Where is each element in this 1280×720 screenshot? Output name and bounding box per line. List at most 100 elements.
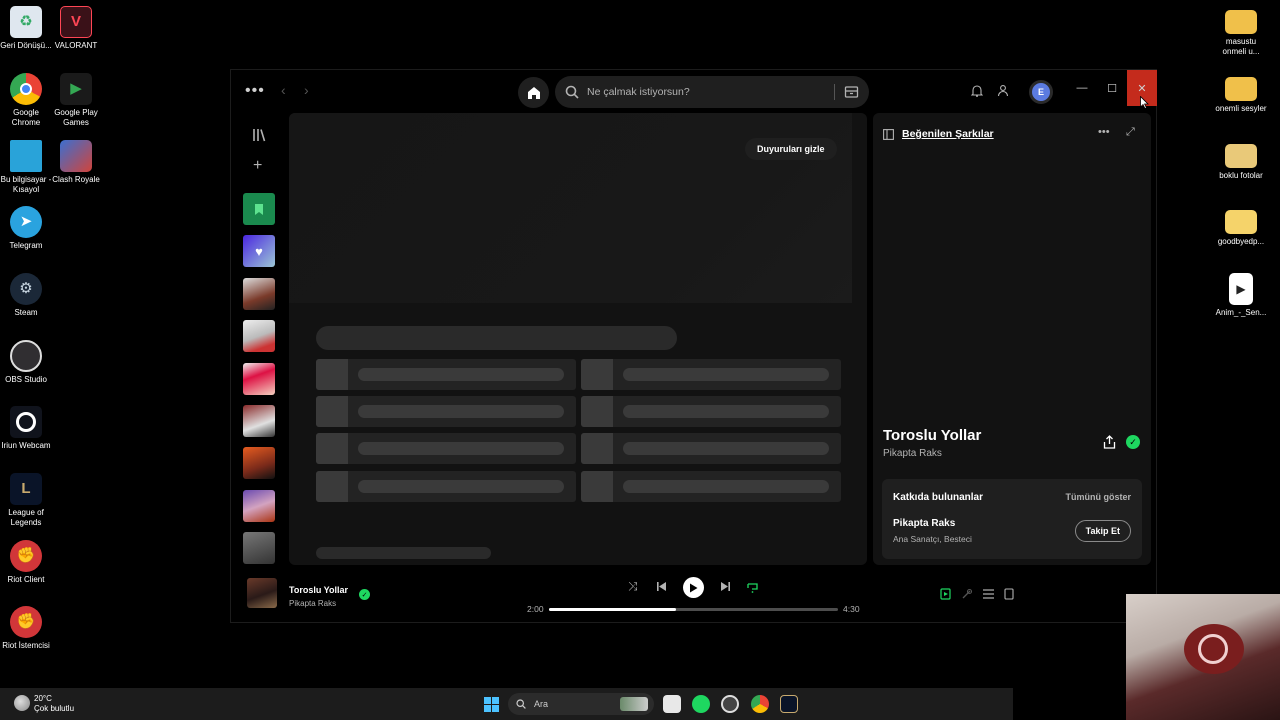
- telegram-icon: ➤: [10, 206, 42, 238]
- panel-title[interactable]: Beğenilen Şarkılar: [902, 128, 994, 140]
- desktop-icon-steam[interactable]: ⚙ Steam: [0, 273, 52, 318]
- playlist-tile[interactable]: [243, 532, 275, 564]
- desktop-icon-folder-goodbye[interactable]: goodbyedp...: [1215, 206, 1267, 247]
- taskbar-search[interactable]: Ara: [508, 693, 654, 715]
- play-button[interactable]: [683, 577, 704, 598]
- search-label: Ara: [534, 699, 549, 709]
- more-options-icon[interactable]: •••: [1098, 126, 1110, 138]
- browse-icon[interactable]: [844, 84, 859, 99]
- progress-bar[interactable]: [549, 608, 838, 611]
- loading-card: [316, 396, 576, 427]
- folder-icon: [1225, 10, 1257, 34]
- repeat-icon[interactable]: [746, 580, 759, 593]
- saved-episodes-tile[interactable]: [243, 193, 275, 225]
- desktop-icon-league[interactable]: L League of Legends: [0, 473, 52, 528]
- forward-arrow-icon[interactable]: ›: [304, 82, 309, 98]
- file-explorer-icon[interactable]: [663, 695, 681, 713]
- credits-card: Katkıda bulunanlar Tümünü göster Pikapta…: [882, 479, 1142, 559]
- desktop-icon-riot-istemcisi[interactable]: ✊ Riot İstemcisi: [0, 606, 52, 651]
- folder-icon: [1225, 210, 1257, 234]
- library-icon[interactable]: [251, 127, 267, 143]
- desktop-icon-chrome[interactable]: Google Chrome: [0, 73, 52, 128]
- desktop-icon-recycle-bin[interactable]: ♻ Geri Dönüşü...: [0, 6, 52, 51]
- friend-activity-icon[interactable]: [996, 84, 1010, 97]
- library-sidebar: + ♥: [241, 113, 279, 565]
- desktop-icon-google-play-games[interactable]: ▶ Google Play Games: [50, 73, 102, 128]
- panel-toggle-icon[interactable]: [883, 129, 894, 140]
- user-avatar[interactable]: E: [1029, 80, 1053, 104]
- next-icon[interactable]: [720, 581, 731, 592]
- album-art[interactable]: [247, 578, 277, 608]
- follow-button[interactable]: Takip Et: [1074, 520, 1131, 542]
- playlist-tile[interactable]: [243, 490, 275, 522]
- desktop-icon-folder-onemli[interactable]: onemli sesyler: [1215, 73, 1267, 114]
- hide-announcements-button[interactable]: Duyuruları gizle: [745, 138, 837, 160]
- now-playing-artist[interactable]: Pikapta Raks: [289, 599, 336, 608]
- steam-taskbar-icon[interactable]: [721, 695, 739, 713]
- loading-card: [581, 396, 841, 427]
- panel-song-title[interactable]: Toroslu Yollar: [883, 427, 981, 444]
- desktop-icon-iriun[interactable]: Iriun Webcam: [0, 406, 52, 451]
- desktop-icon-this-pc[interactable]: Bu bilgisayar - Kısayol: [0, 140, 52, 195]
- loading-card: [316, 471, 576, 502]
- webcam-overlay: [1126, 594, 1280, 720]
- iriun-icon: [10, 406, 42, 438]
- loading-card: [581, 433, 841, 464]
- create-plus-icon[interactable]: +: [253, 157, 262, 175]
- shuffle-icon[interactable]: ⤨: [628, 579, 638, 594]
- league-taskbar-icon[interactable]: [780, 695, 798, 713]
- saved-check-icon[interactable]: ✓: [1126, 435, 1140, 449]
- progress-fill: [549, 608, 677, 611]
- notification-bell-icon[interactable]: [971, 84, 983, 97]
- loading-card: [581, 359, 841, 390]
- liked-songs-tile[interactable]: ♥: [243, 235, 275, 267]
- play-icon: [690, 583, 698, 592]
- playlist-tile[interactable]: [243, 278, 275, 310]
- search-icon: [516, 699, 526, 709]
- menu-dots-icon[interactable]: •••: [245, 82, 265, 100]
- clash-royale-icon: [60, 140, 92, 172]
- playlist-tile[interactable]: [243, 320, 275, 352]
- expand-icon[interactable]: ⤢: [1126, 126, 1135, 139]
- credit-role: Ana Sanatçı, Besteci: [893, 534, 972, 544]
- desktop-icon-valorant[interactable]: V VALORANT: [50, 6, 102, 51]
- total-time: 4:30: [843, 604, 860, 614]
- recycle-bin-icon: ♻: [10, 6, 42, 38]
- now-playing-view-icon[interactable]: [940, 588, 951, 600]
- desktop-icon-video-file[interactable]: ▶ Anim_-_Sen...: [1215, 273, 1267, 318]
- search-input[interactable]: [587, 86, 827, 98]
- desktop-icon-obs[interactable]: OBS Studio: [0, 340, 52, 385]
- playlist-tile[interactable]: [243, 447, 275, 479]
- lyrics-icon[interactable]: [961, 588, 972, 600]
- liked-check-icon[interactable]: ✓: [359, 589, 370, 600]
- share-icon[interactable]: [1103, 435, 1116, 449]
- queue-icon[interactable]: [983, 589, 994, 599]
- desktop-icon-folder-boklu[interactable]: boklu fotolar: [1215, 140, 1267, 181]
- home-icon: [527, 86, 540, 99]
- credits-heading: Katkıda bulunanlar: [893, 492, 984, 503]
- desktop-icon-telegram[interactable]: ➤ Telegram: [0, 206, 52, 251]
- now-playing-title[interactable]: Toroslu Yollar: [289, 585, 348, 595]
- maximize-button[interactable]: ☐: [1097, 70, 1127, 106]
- desktop-icon-clash-royale[interactable]: Clash Royale: [50, 140, 102, 185]
- home-button[interactable]: [518, 77, 549, 108]
- show-all-link[interactable]: Tümünü göster: [1066, 492, 1132, 502]
- credit-name[interactable]: Pikapta Raks: [893, 518, 955, 529]
- playlist-tile[interactable]: [243, 405, 275, 437]
- elapsed-time: 2:00: [527, 604, 544, 614]
- spotify-taskbar-icon[interactable]: [692, 695, 710, 713]
- desktop-icon-folder-masustu[interactable]: masustu onmeli u...: [1215, 6, 1267, 57]
- search-bar[interactable]: [555, 76, 869, 108]
- desktop-icon-riot-client[interactable]: ✊ Riot Client: [0, 540, 52, 585]
- chrome-icon: [10, 73, 42, 105]
- previous-icon[interactable]: [656, 581, 667, 592]
- windows-start-icon[interactable]: [484, 697, 499, 712]
- panel-artist[interactable]: Pikapta Raks: [883, 448, 942, 459]
- back-arrow-icon[interactable]: ‹: [281, 82, 286, 98]
- playlist-tile[interactable]: [243, 363, 275, 395]
- weather-widget[interactable]: 20°C Çok bulutlu: [34, 694, 74, 714]
- loading-card: [316, 359, 576, 390]
- chrome-taskbar-icon[interactable]: [751, 695, 769, 713]
- minimize-button[interactable]: —: [1067, 70, 1097, 106]
- connect-device-icon[interactable]: [1004, 588, 1014, 600]
